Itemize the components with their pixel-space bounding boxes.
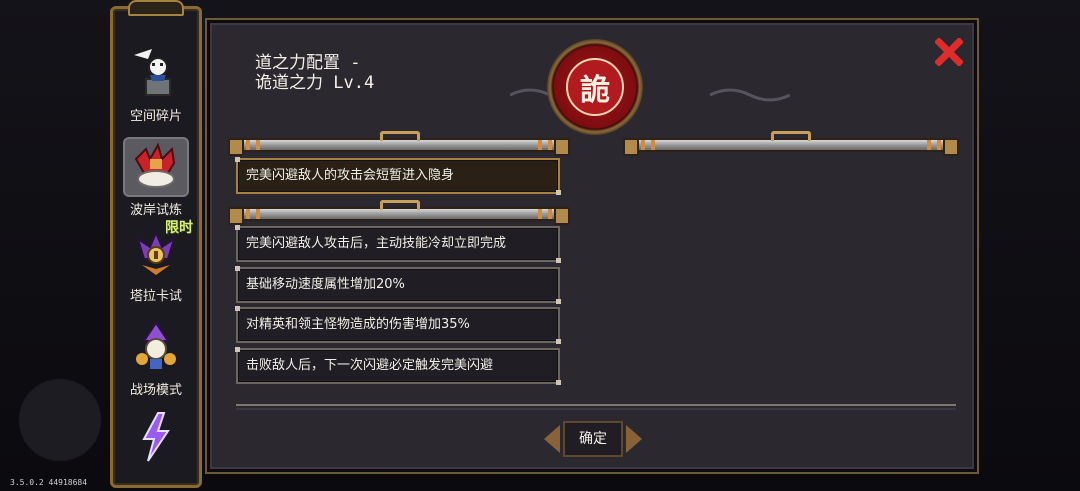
scroll-rod-top-right: [623, 131, 959, 156]
scroll-rod-middle: [228, 200, 570, 225]
confirm-button[interactable]: 确定: [563, 421, 623, 457]
dao-power-panel: 道之力配置 - 诡道之力 Lv.4 詭 完美闪避敌人的攻击会短暂进入隐身 完美闪…: [207, 20, 977, 472]
swirl-ornament-right: [709, 88, 790, 102]
close-icon: [935, 38, 963, 66]
page-title: 道之力配置 - 诡道之力 Lv.4: [255, 53, 374, 93]
battlefield-mode-icon: [123, 317, 189, 377]
confirm-right-ornament: [626, 425, 642, 453]
title-line-2: 诡道之力 Lv.4: [255, 73, 375, 93]
limited-time-tag: 限时: [165, 220, 193, 236]
effect-row: 基础移动速度属性增加20%: [235, 266, 561, 304]
scroll-rod-top-left: [228, 131, 570, 156]
sidebar-item-label: 空间碎片: [129, 109, 182, 124]
mode-sidebar: 空间碎片 波岸试炼 限时 塔拉卡试 战场模式: [110, 6, 202, 488]
sidebar-item-lightning[interactable]: [119, 405, 193, 485]
sidebar-item-taraka-trial[interactable]: 限时 塔拉卡试: [119, 220, 193, 307]
sidebar-item-shore-trial[interactable]: 波岸试炼: [119, 135, 193, 221]
effect-row: 击败敌人后，下一次闪避必定触发完美闪避: [235, 347, 561, 385]
sidebar-item-label: 战场模式: [129, 383, 182, 398]
close-button[interactable]: [934, 37, 964, 67]
title-line-1: 道之力配置 -: [255, 53, 361, 73]
divider: [236, 404, 956, 410]
effect-row-highlighted: 完美闪避敌人的攻击会短暂进入隐身: [235, 157, 561, 195]
sidebar-item-space-fragment[interactable]: 空间碎片: [119, 41, 193, 127]
emblem-glyph: 詭: [566, 58, 624, 116]
effect-row: 完美闪避敌人攻击后，主动技能冷却立即完成: [235, 225, 561, 263]
sidebar-ornament: [128, 0, 184, 16]
sidebar-item-label: 塔拉卡试: [129, 289, 182, 304]
sidebar-item-battlefield-mode[interactable]: 战场模式: [119, 315, 193, 401]
confirm-left-ornament: [544, 425, 560, 453]
effect-row: 对精英和领主怪物造成的伤害增加35%: [235, 306, 561, 344]
dao-emblem: 詭: [547, 39, 643, 135]
version-label: 3.5.0.2 44918684: [10, 478, 88, 487]
sidebar-item-label: 波岸试炼: [129, 203, 182, 218]
lightning-icon: [123, 407, 189, 467]
space-fragment-icon: [123, 43, 189, 103]
shore-trial-icon: [123, 137, 189, 197]
